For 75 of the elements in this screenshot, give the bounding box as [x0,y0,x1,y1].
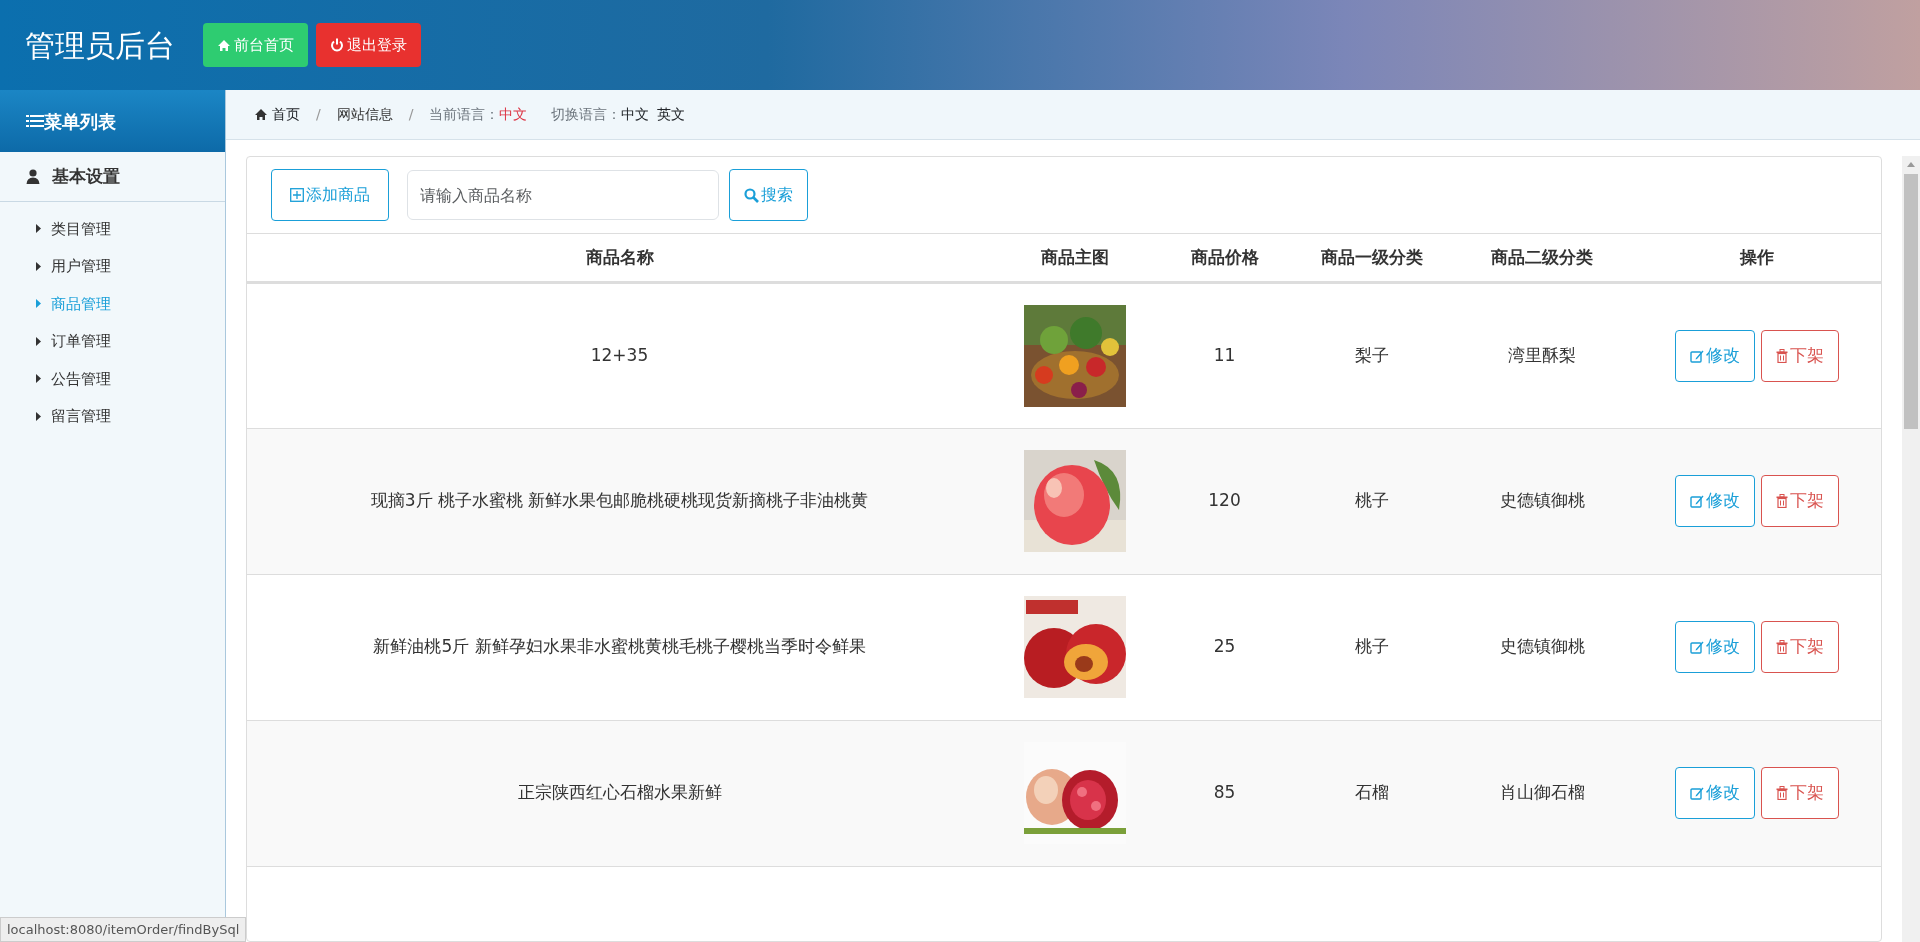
app-title: 管理员后台 [25,26,175,65]
subcategory-cell: 肖山御石榴 [1452,720,1632,866]
delist-button[interactable]: 下架 [1760,621,1839,673]
product-name: 新鲜油桃5斤 新鲜孕妇水果非水蜜桃黄桃毛桃子樱桃当季时令鲜果 [247,574,992,720]
product-price: 11 [1157,282,1292,428]
search-button[interactable]: 搜索 [729,169,808,221]
caret-icon [36,411,41,421]
product-price: 85 [1157,720,1292,866]
delist-button[interactable]: 下架 [1760,475,1839,527]
language-label: 当前语言： [429,105,500,124]
caret-icon [36,224,41,234]
edit-icon [1689,786,1704,800]
logout-button[interactable]: 退出登录 [316,23,421,67]
power-icon [330,38,344,52]
delist-button[interactable]: 下架 [1760,329,1839,382]
trash-icon [1775,640,1788,654]
column-header: 商品二级分类 [1452,234,1632,282]
breadcrumb-page: 网站信息 [336,105,393,124]
switch-language-label: 切换语言： [551,105,622,124]
edit-icon [1689,640,1704,654]
sidebar-title: 菜单列表 [44,109,116,134]
product-name: 12+35 [247,282,992,428]
search-field[interactable]: 请输入商品名称 [407,170,719,220]
subcategory-cell: 湾里酥梨 [1452,282,1632,428]
status-bar-url: localhost:8080/itemOrder/findBySql [0,916,247,942]
sidebar-item[interactable]: 用户管理 [0,247,225,285]
home-link[interactable]: 首页 [254,104,300,125]
sidebar-item[interactable]: 公告管理 [0,360,225,398]
trash-icon [1775,494,1788,508]
list-icon [26,114,44,128]
column-header: 商品一级分类 [1292,234,1452,282]
sidebar-item[interactable]: 订单管理 [0,322,225,360]
category-cell: 石榴 [1292,720,1452,866]
product-name: 现摘3斤 桃子水蜜桃 新鲜水果包邮脆桃硬桃现货新摘桃子非油桃黄 [247,428,992,574]
plus-box-icon [290,188,304,202]
category-cell: 桃子 [1292,428,1452,574]
edit-icon [1689,348,1704,363]
menu-group-title: 基本设置 [52,164,120,188]
trash-icon [1775,348,1788,363]
breadcrumb-separator: / [408,105,414,124]
column-header: 商品主图 [992,234,1157,282]
home-button[interactable]: 前台首页 [203,23,308,67]
category-cell: 梨子 [1292,282,1452,428]
edit-button[interactable]: 修改 [1674,767,1755,819]
column-header: 商品价格 [1157,234,1292,282]
home-icon [217,38,231,52]
sidebar-item[interactable]: 商品管理 [0,285,225,323]
product-name: 正宗陕西红心石榴水果新鲜 [247,720,992,866]
column-header: 商品名称 [247,234,992,282]
caret-icon [36,336,41,346]
edit-button[interactable]: 修改 [1674,475,1755,527]
current-language: 中文 [499,105,528,124]
sidebar-item[interactable]: 类目管理 [0,210,225,248]
add-product-button[interactable]: 添加商品 [271,169,389,221]
search-icon [744,187,759,203]
category-cell: 桃子 [1292,574,1452,720]
edit-button[interactable]: 修改 [1674,329,1755,382]
caret-icon [36,261,41,271]
edit-button[interactable]: 修改 [1674,621,1755,673]
home-icon [254,108,268,121]
trash-icon [1775,786,1788,800]
subcategory-cell: 史德镇御桃 [1452,574,1632,720]
caret-icon [36,374,41,384]
caret-icon [36,299,41,309]
column-header: 操作 [1632,234,1881,282]
sidebar-item[interactable]: 留言管理 [0,397,225,435]
language-link[interactable]: 中文 [621,104,650,125]
language-link[interactable]: 英文 [657,104,686,125]
product-price: 120 [1157,428,1292,574]
delist-button[interactable]: 下架 [1760,767,1839,819]
product-price: 25 [1157,574,1292,720]
edit-icon [1689,494,1704,508]
user-icon [26,169,40,184]
breadcrumb-separator: / [316,105,321,124]
subcategory-cell: 史德镇御桃 [1452,428,1632,574]
